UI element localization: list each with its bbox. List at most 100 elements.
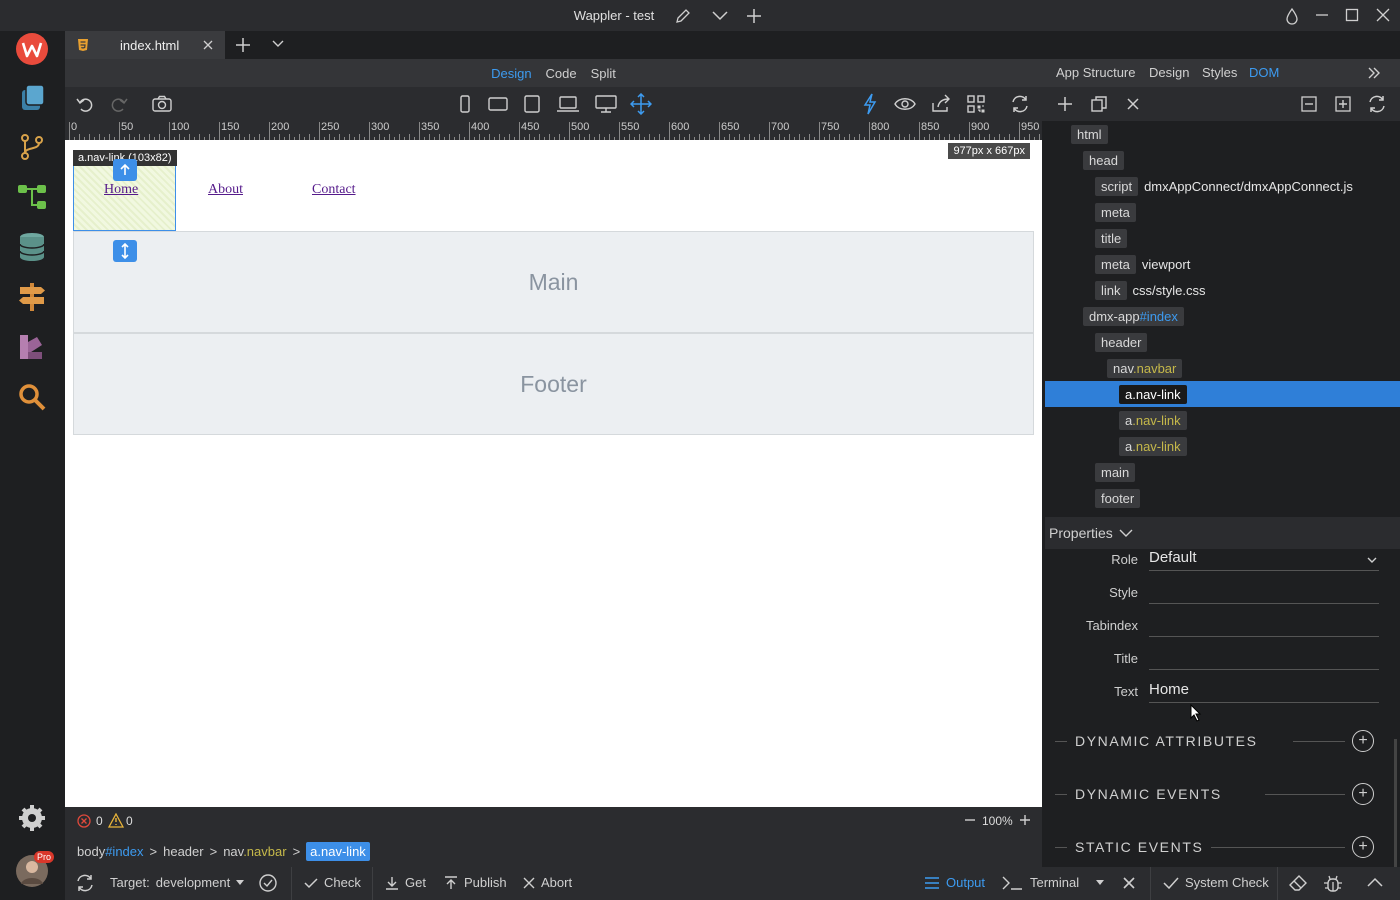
main-section[interactable]: Main xyxy=(73,231,1034,333)
dom-node-meta[interactable]: meta xyxy=(1095,201,1136,223)
breadcrumb-item-header[interactable]: header xyxy=(163,844,203,859)
status-ok-icon[interactable] xyxy=(258,873,278,893)
expand-all-icon[interactable] xyxy=(1331,93,1355,115)
settings-gear-icon[interactable] xyxy=(14,800,50,836)
dom-node-link[interactable]: link css/style.css xyxy=(1095,279,1205,301)
scrollbar-thumb[interactable] xyxy=(1394,739,1397,867)
close-window-icon[interactable] xyxy=(1375,7,1391,23)
tab-index-html[interactable]: index.html xyxy=(65,31,225,59)
dom-node-nav[interactable]: nav.navbar xyxy=(1107,357,1183,379)
routing-signpost-icon[interactable] xyxy=(14,279,50,315)
new-tab-plus-icon[interactable] xyxy=(235,37,251,53)
qr-code-icon[interactable] xyxy=(964,93,988,115)
git-branch-icon[interactable] xyxy=(14,129,50,165)
dom-node-meta[interactable]: meta viewport xyxy=(1095,253,1190,275)
mode-design[interactable]: Design xyxy=(491,66,531,81)
get-button[interactable]: Get xyxy=(385,875,426,890)
device-laptop-icon[interactable] xyxy=(556,93,580,115)
duplicate-icon[interactable] xyxy=(1087,93,1111,115)
tab-app-structure[interactable]: App Structure xyxy=(1056,65,1136,80)
dom-node-a[interactable]: a.nav-link xyxy=(1119,409,1187,431)
move-up-handle[interactable] xyxy=(113,159,137,181)
mode-code[interactable]: Code xyxy=(546,66,577,81)
refresh-dom-icon[interactable] xyxy=(1365,93,1389,115)
device-desktop-icon[interactable] xyxy=(594,93,618,115)
chevron-up-icon[interactable] xyxy=(1367,876,1383,888)
abort-button[interactable]: Abort xyxy=(523,875,572,890)
system-check-button[interactable]: System Check xyxy=(1163,875,1269,890)
property-input-tabindex[interactable] xyxy=(1149,615,1379,637)
wappler-logo[interactable] xyxy=(14,31,50,67)
collapse-all-icon[interactable] xyxy=(1297,93,1321,115)
open-browser-share-icon[interactable] xyxy=(929,93,953,115)
chevron-down-icon[interactable] xyxy=(711,8,729,24)
properties-header[interactable]: Properties xyxy=(1045,517,1400,549)
breadcrumb-item-nav[interactable]: nav.navbar xyxy=(223,844,286,859)
refresh-icon[interactable] xyxy=(1008,93,1032,115)
dom-node-main[interactable]: main xyxy=(1095,461,1136,483)
search-icon[interactable] xyxy=(14,379,50,415)
add-plus-icon[interactable]: + xyxy=(1352,730,1374,752)
dom-node-footer[interactable]: footer xyxy=(1095,487,1141,509)
breadcrumb-item-body[interactable]: body#index xyxy=(77,844,144,859)
tab-list-chevron-icon[interactable] xyxy=(272,39,284,49)
tab-dom[interactable]: DOM xyxy=(1249,65,1279,80)
zoom-in-icon[interactable] xyxy=(1019,813,1031,827)
undo-icon[interactable] xyxy=(73,93,97,115)
dom-node-a[interactable]: a.nav-link xyxy=(1119,383,1187,405)
property-input-title[interactable] xyxy=(1149,648,1379,670)
nav-link-about[interactable]: About xyxy=(208,182,243,198)
mode-split[interactable]: Split xyxy=(591,66,616,81)
section-dynamic-attributes[interactable]: DYNAMIC ATTRIBUTES + xyxy=(1045,728,1391,754)
tab-design[interactable]: Design xyxy=(1149,65,1189,80)
screenshot-camera-icon[interactable] xyxy=(150,93,174,115)
device-phone-icon[interactable] xyxy=(453,93,477,115)
add-plus-icon[interactable]: + xyxy=(1352,783,1374,805)
close-panel-icon[interactable] xyxy=(1122,876,1136,890)
close-tab-icon[interactable] xyxy=(202,39,214,51)
dom-node-script[interactable]: script dmxAppConnect/dmxAppConnect.js xyxy=(1095,175,1353,197)
redo-icon[interactable] xyxy=(107,93,131,115)
pencil-icon[interactable] xyxy=(674,7,692,25)
footer-section[interactable]: Footer xyxy=(73,333,1034,435)
debug-bug-icon[interactable] xyxy=(1323,874,1343,894)
nav-link-home[interactable]: Home xyxy=(104,182,138,198)
new-window-plus-icon[interactable] xyxy=(745,7,763,25)
insert-handle[interactable] xyxy=(113,240,137,262)
theme-drop-icon[interactable] xyxy=(1285,7,1299,25)
files-icon[interactable] xyxy=(14,79,50,115)
dom-node-html[interactable]: html xyxy=(1071,123,1108,145)
delete-element-icon[interactable] xyxy=(1121,93,1145,115)
dom-node-header[interactable]: header xyxy=(1095,331,1148,353)
expand-panel-icon[interactable] xyxy=(1367,66,1381,80)
terminal-dropdown-icon[interactable] xyxy=(1096,880,1104,886)
maximize-icon[interactable] xyxy=(1344,7,1360,23)
check-button[interactable]: Check xyxy=(304,875,361,890)
breadcrumb-item-a[interactable]: a.nav-link xyxy=(306,841,370,861)
property-input-text[interactable]: Home xyxy=(1149,681,1379,703)
server-workflow-icon[interactable] xyxy=(14,179,50,215)
dom-node-head[interactable]: head xyxy=(1083,149,1124,171)
section-dynamic-events[interactable]: DYNAMIC EVENTS + xyxy=(1045,781,1391,807)
eraser-icon[interactable] xyxy=(1288,874,1308,892)
zoom-out-icon[interactable] xyxy=(964,813,976,827)
property-input-style[interactable] xyxy=(1149,582,1379,604)
responsive-move-icon[interactable] xyxy=(629,93,653,115)
dom-selected-row[interactable] xyxy=(1045,381,1400,407)
section-static-events[interactable]: STATIC EVENTS + xyxy=(1045,834,1391,860)
property-select-role[interactable]: Default xyxy=(1149,549,1379,571)
database-icon[interactable] xyxy=(14,229,50,265)
device-phone-landscape-icon[interactable] xyxy=(486,93,510,115)
add-element-icon[interactable] xyxy=(1053,93,1077,115)
minimize-icon[interactable] xyxy=(1314,7,1330,23)
nav-link-contact[interactable]: Contact xyxy=(312,182,356,198)
preview-eye-icon[interactable] xyxy=(893,93,917,115)
design-canvas[interactable]: 977px x 667px a.nav-link (103x82) Home A… xyxy=(65,140,1042,807)
output-tab[interactable]: Output xyxy=(924,875,985,890)
design-palette-icon[interactable] xyxy=(14,329,50,365)
tab-styles[interactable]: Styles xyxy=(1202,65,1237,80)
dom-node-title[interactable]: title xyxy=(1095,227,1128,249)
user-avatar[interactable]: Pro xyxy=(14,851,55,889)
dom-node-dmx-app[interactable]: dmx-app#index xyxy=(1083,305,1184,327)
add-plus-icon[interactable]: + xyxy=(1352,836,1374,858)
